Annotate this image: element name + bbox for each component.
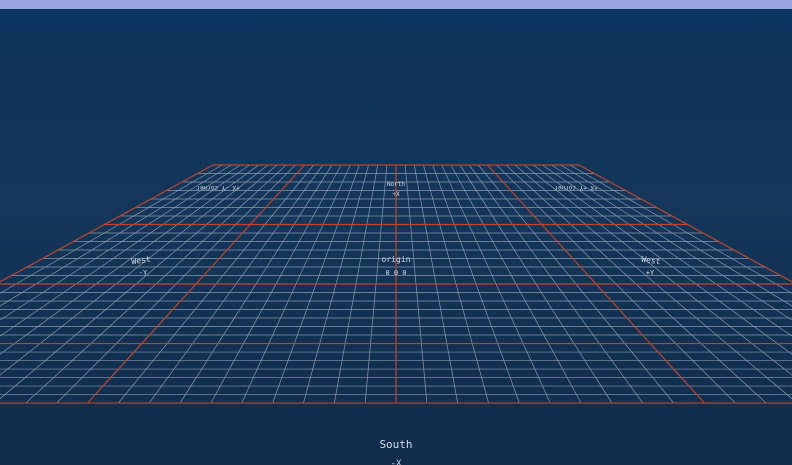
- ground-grid-scene[interactable]: +X -Y corner +X +Y corner North +X origi…: [0, 0, 792, 465]
- origin-title-label: origin: [382, 255, 411, 264]
- east-axis-label: +Y: [646, 269, 655, 277]
- east-title-label: West: [641, 255, 662, 267]
- corner-right-label: +X +Y corner: [554, 184, 598, 191]
- grid-major-lines: [0, 164, 792, 404]
- west-title-label: West: [131, 255, 152, 267]
- north-axis-label: +X: [392, 191, 400, 198]
- corner-left-label: +X -Y corner: [196, 184, 240, 191]
- south-axis-label: -X: [391, 459, 402, 465]
- south-title-label: South: [379, 438, 412, 451]
- north-title-label: North: [387, 181, 405, 188]
- west-axis-label: -Y: [139, 269, 148, 277]
- 3d-viewport[interactable]: +X -Y corner +X +Y corner North +X origi…: [0, 0, 792, 465]
- origin-coords-label: 0 0 0: [385, 269, 406, 277]
